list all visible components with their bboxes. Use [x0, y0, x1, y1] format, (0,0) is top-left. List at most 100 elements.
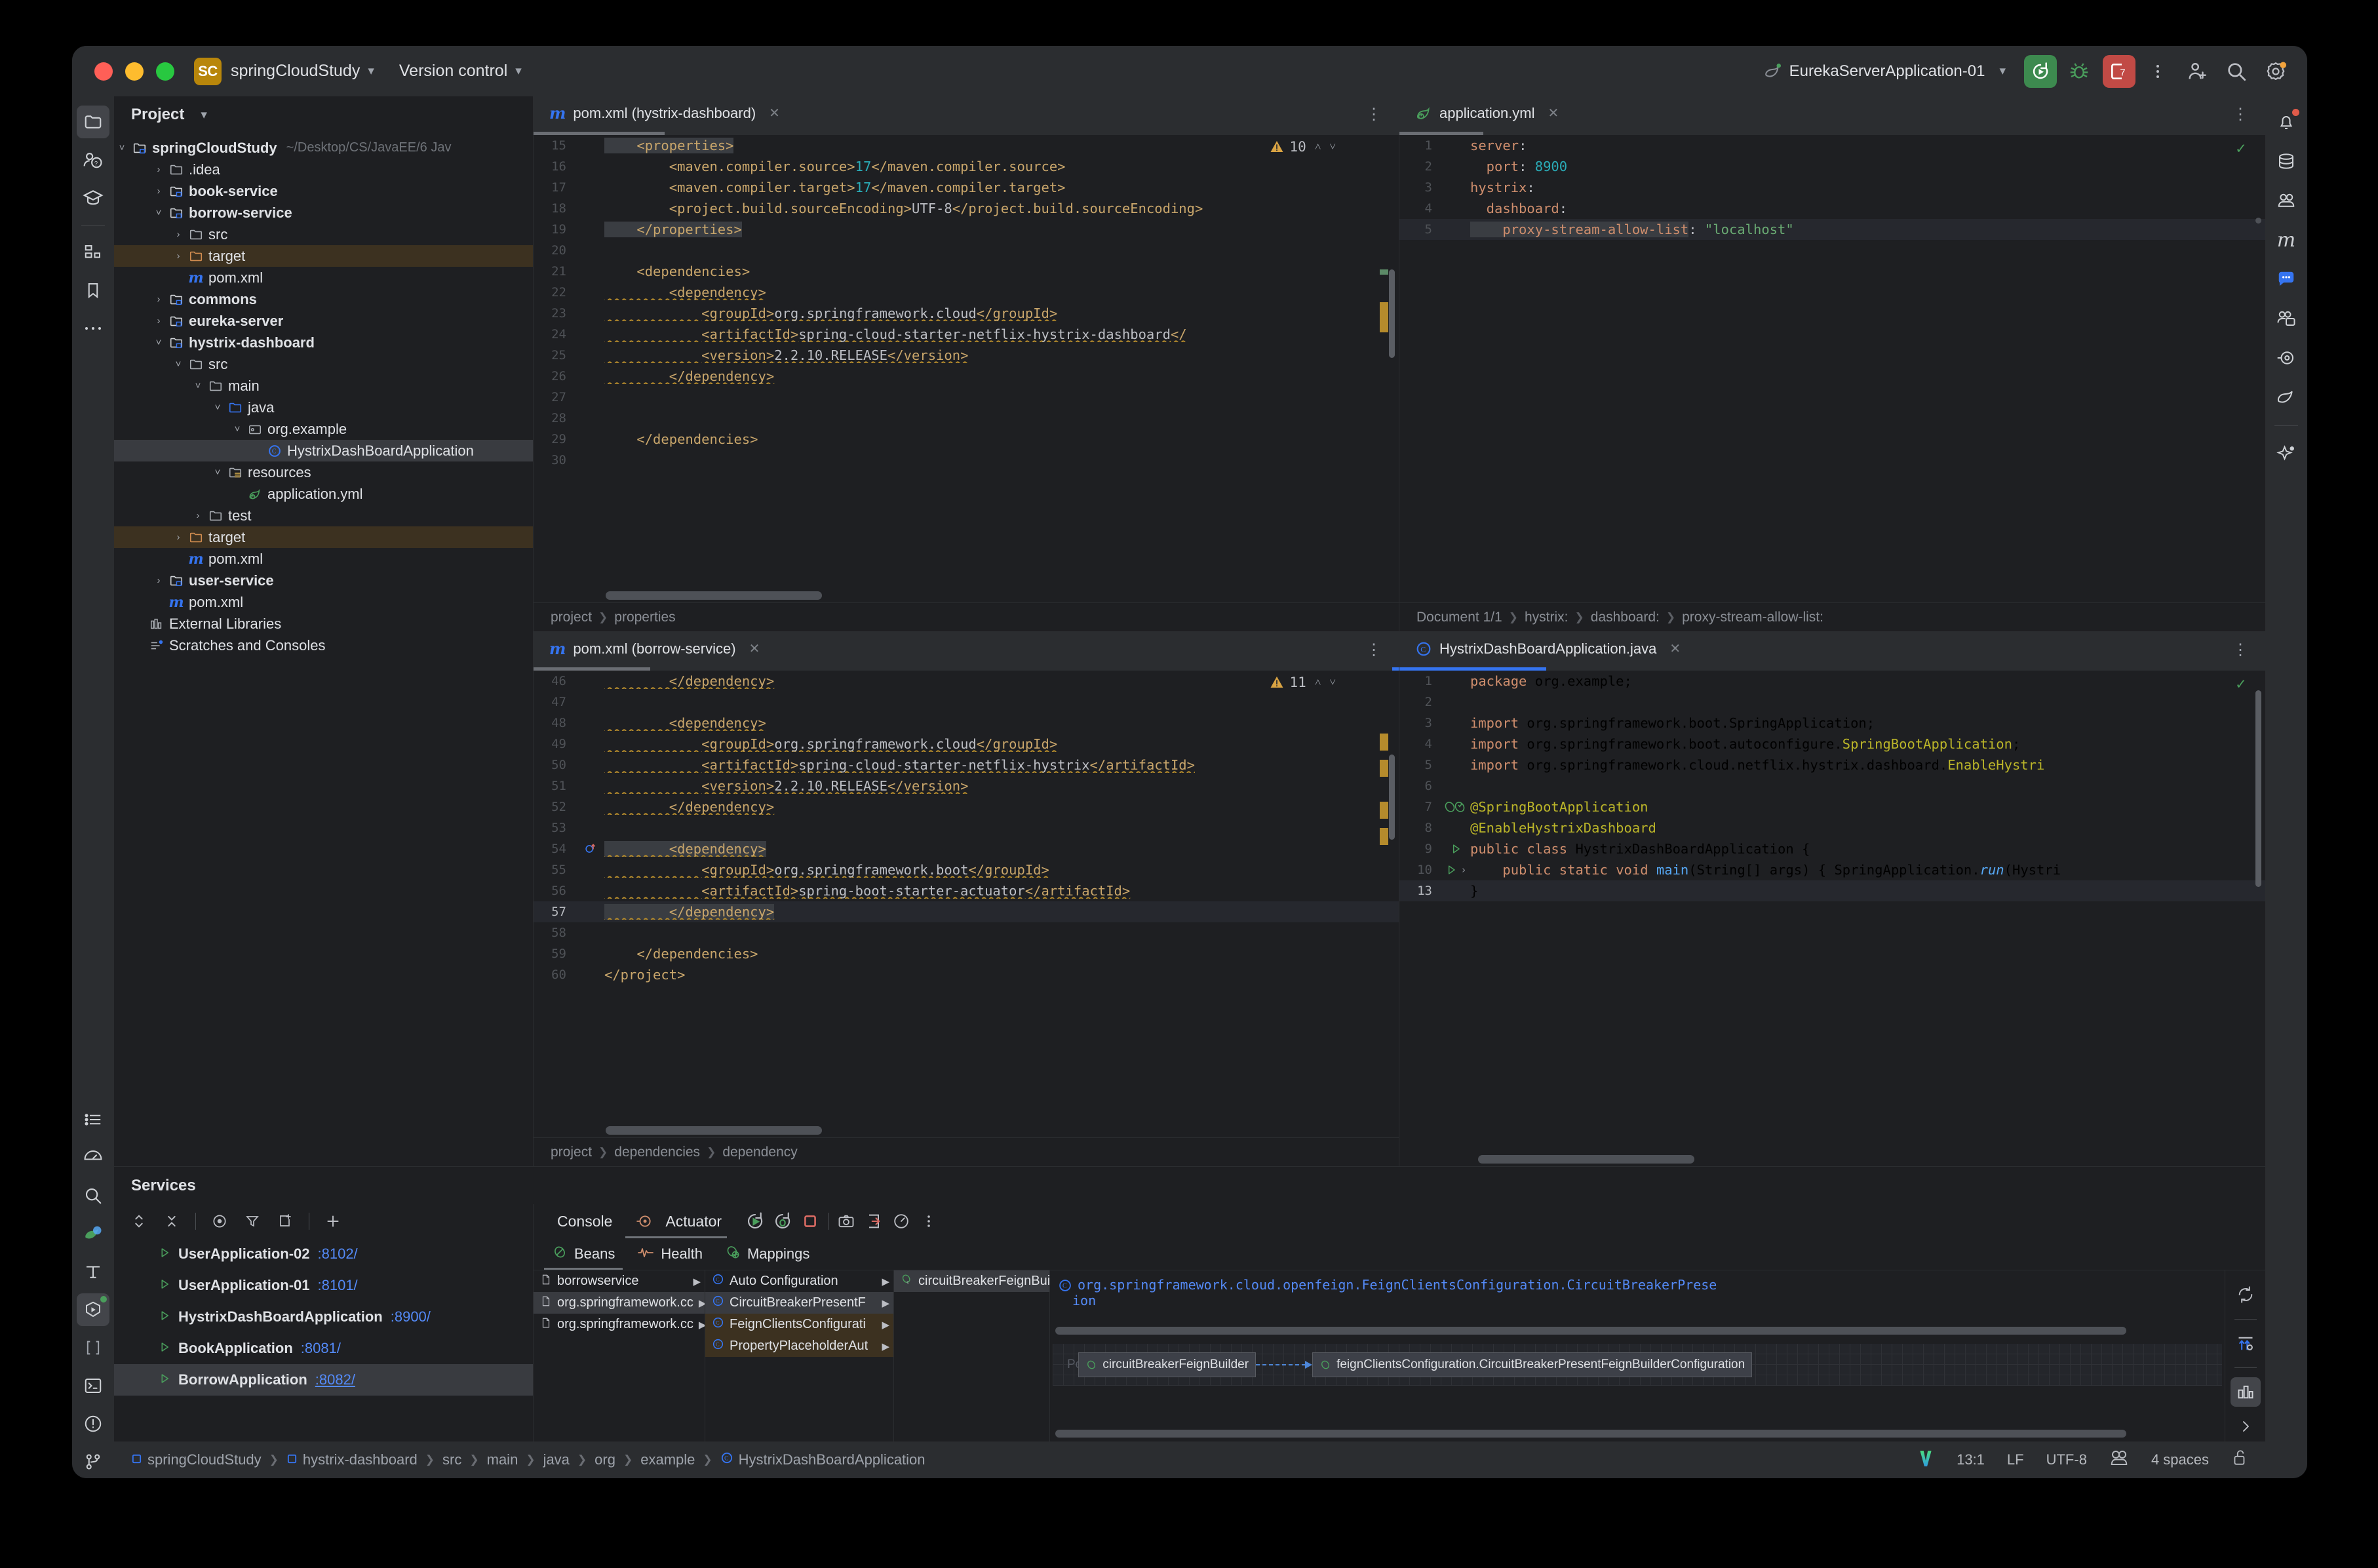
- code-line[interactable]: 18 <project.build.sourceEncoding>UTF-8</…: [534, 198, 1399, 219]
- warning-marker[interactable]: [1380, 828, 1388, 845]
- tab-application-yml[interactable]: application.yml ✕: [1411, 96, 1563, 132]
- breadcrumb-item[interactable]: project: [551, 1145, 592, 1160]
- editor-vertical-scrollbar[interactable]: [2255, 218, 2261, 224]
- new-tab-icon[interactable]: [272, 1208, 298, 1234]
- code-editor-java[interactable]: 1package org.example;2 3import org.sprin…: [1399, 671, 2265, 1166]
- tree-arrow[interactable]: ›: [151, 575, 166, 586]
- line-separator[interactable]: LF: [2007, 1451, 2024, 1468]
- version-control-menu[interactable]: Version control: [399, 62, 507, 81]
- services-list[interactable]: UserApplication-02:8102/UserApplication-…: [114, 1238, 533, 1441]
- tree-arrow[interactable]: ˅: [151, 207, 166, 218]
- code-line[interactable]: 2 port: 8900: [1399, 156, 2265, 177]
- run-configuration-selector[interactable]: EurekaServerApplication-01 ▾: [1763, 62, 2006, 81]
- run-button[interactable]: [2024, 55, 2057, 88]
- editor-horizontal-scrollbar[interactable]: [606, 591, 822, 600]
- spring-tool-icon[interactable]: [77, 1217, 109, 1250]
- ai-chat-icon[interactable]: [2270, 263, 2303, 296]
- breadcrumbs-application-yml[interactable]: Document 1/1 ❯ hystrix: ❯ dashboard: ❯ p…: [1399, 602, 2265, 631]
- editor-options-icon[interactable]: ⋮: [2232, 105, 2248, 124]
- editor-vertical-scrollbar[interactable]: [1389, 269, 1395, 358]
- notifications-bell-icon[interactable]: [2270, 106, 2303, 138]
- bean-row[interactable]: CCircuitBreakerPresentF▶: [705, 1292, 893, 1314]
- service-list-item[interactable]: BookApplication:8081/: [114, 1333, 533, 1364]
- code-line[interactable]: 29 </dependencies>: [534, 429, 1399, 450]
- expand-arrow-icon[interactable]: ▶: [699, 1297, 705, 1309]
- file-encoding[interactable]: UTF-8: [2046, 1451, 2087, 1468]
- sub-tab-health[interactable]: Health: [628, 1238, 712, 1270]
- team-chat-icon[interactable]: [2270, 302, 2303, 335]
- code-line[interactable]: 59 </dependencies>: [534, 943, 1399, 964]
- bean-row[interactable]: borrowservice▶: [534, 1270, 705, 1292]
- ai-assistant-icon[interactable]: ?: [77, 144, 109, 176]
- next-problem-icon[interactable]: ˅: [1329, 676, 1336, 689]
- code-line[interactable]: 20: [534, 240, 1399, 261]
- tree-row[interactable]: application.yml: [114, 483, 533, 505]
- tree-row[interactable]: ˅borrow-service: [114, 202, 533, 224]
- service-port-link[interactable]: :8900/: [391, 1308, 431, 1325]
- diagram-node-feignconfig[interactable]: feignClientsConfiguration.CircuitBreaker…: [1312, 1352, 1752, 1377]
- tab-pom-hystrix[interactable]: m pom.xml (hystrix-dashboard) ✕: [545, 96, 784, 132]
- breadcrumbs-pom-hystrix[interactable]: project ❯ properties: [534, 602, 1399, 631]
- editor-options-icon[interactable]: ⋮: [2232, 640, 2248, 659]
- gutter-mark[interactable]: [1441, 800, 1470, 814]
- code-line[interactable]: 54 <dependency>: [534, 838, 1399, 859]
- code-line[interactable]: 57 </dependency>: [534, 901, 1399, 922]
- prev-problem-icon[interactable]: ˄: [1315, 676, 1321, 689]
- bean-row[interactable]: org.springframework.cc▶: [534, 1292, 705, 1314]
- expand-arrow-icon[interactable]: ▶: [693, 1276, 705, 1287]
- tree-row[interactable]: ›src: [114, 224, 533, 245]
- screenshot-icon[interactable]: [832, 1207, 860, 1235]
- tree-arrow[interactable]: ˅: [210, 402, 225, 413]
- chevron-down-icon[interactable]: ▾: [515, 64, 522, 79]
- close-window-button[interactable]: [94, 62, 113, 81]
- editor-vertical-scrollbar[interactable]: [2255, 690, 2261, 887]
- bean-row[interactable]: ccircuitBreakerFeignBuild: [894, 1270, 1049, 1292]
- code-editor-pom-borrow[interactable]: 46 </dependency>47 48 <dependency>49 <gr…: [534, 671, 1399, 1137]
- breadcrumb-item[interactable]: proxy-stream-allow-list:: [1682, 610, 1823, 625]
- more-tool-windows-icon[interactable]: [77, 312, 109, 345]
- editor-options-icon[interactable]: ⋮: [1366, 640, 1382, 659]
- maximize-window-button[interactable]: [156, 62, 174, 81]
- code-line[interactable]: 5import org.springframework.cloud.netfli…: [1399, 755, 2265, 775]
- tab-pom-borrow[interactable]: m pom.xml (borrow-service) ✕: [545, 632, 764, 667]
- code-line[interactable]: 49 <groupId>org.springframework.cloud</g…: [534, 734, 1399, 755]
- tree-arrow[interactable]: ˅: [190, 380, 206, 391]
- tree-arrow[interactable]: ›: [151, 164, 166, 175]
- code-with-me-icon[interactable]: [2109, 1449, 2129, 1471]
- tree-arrow[interactable]: ›: [170, 229, 186, 240]
- sort-ascending-icon[interactable]: [2231, 1329, 2261, 1358]
- service-list-item[interactable]: UserApplication-02:8102/: [114, 1238, 533, 1270]
- status-breadcrumb-item[interactable]: springCloudStudy: [131, 1451, 262, 1468]
- warning-marker[interactable]: [1380, 760, 1388, 777]
- tree-arrow[interactable]: ›: [151, 315, 166, 326]
- gutter-mark[interactable]: [1441, 842, 1470, 855]
- project-tree[interactable]: ˅ springCloudStudy ~/Desktop/CS/JavaEE/6…: [114, 133, 533, 1166]
- tree-arrow[interactable]: ›: [151, 186, 166, 197]
- tree-row[interactable]: mpom.xml: [114, 591, 533, 613]
- tree-row[interactable]: ›eureka-server: [114, 310, 533, 332]
- tree-arrow[interactable]: ›: [190, 510, 206, 521]
- code-with-me-icon[interactable]: [2270, 184, 2303, 217]
- code-line[interactable]: 9public class HystrixDashBoardApplicatio…: [1399, 838, 2265, 859]
- code-line[interactable]: 10› public static void main(String[] arg…: [1399, 859, 2265, 880]
- code-line[interactable]: 19 </properties>: [534, 219, 1399, 240]
- tree-row[interactable]: External Libraries: [114, 613, 533, 635]
- git-tool-icon[interactable]: [77, 1445, 109, 1478]
- chevron-down-icon[interactable]: ▾: [368, 64, 374, 79]
- expand-collapse-icon[interactable]: [126, 1208, 152, 1234]
- tree-row[interactable]: ˅hystrix-dashboard: [114, 332, 533, 353]
- rerun-debug-icon[interactable]: [769, 1207, 796, 1235]
- tree-row[interactable]: ˅org.example: [114, 418, 533, 440]
- problems-tool-icon[interactable]: [77, 1407, 109, 1440]
- service-port-link[interactable]: :8081/: [301, 1340, 341, 1357]
- database-tool-icon[interactable]: [77, 1255, 109, 1288]
- endpoints-icon[interactable]: [2270, 342, 2303, 374]
- expand-arrow-icon[interactable]: ▶: [882, 1319, 893, 1331]
- bookmarks-icon[interactable]: [77, 274, 109, 307]
- breadcrumb-item[interactable]: dashboard:: [1591, 610, 1660, 625]
- code-line[interactable]: 26 </dependency>: [534, 366, 1399, 387]
- code-line[interactable]: 7@SpringBootApplication: [1399, 796, 2265, 817]
- close-icon[interactable]: ✕: [749, 640, 760, 657]
- code-line[interactable]: 1server:: [1399, 135, 2265, 156]
- caret-position[interactable]: 13:1: [1957, 1451, 1985, 1468]
